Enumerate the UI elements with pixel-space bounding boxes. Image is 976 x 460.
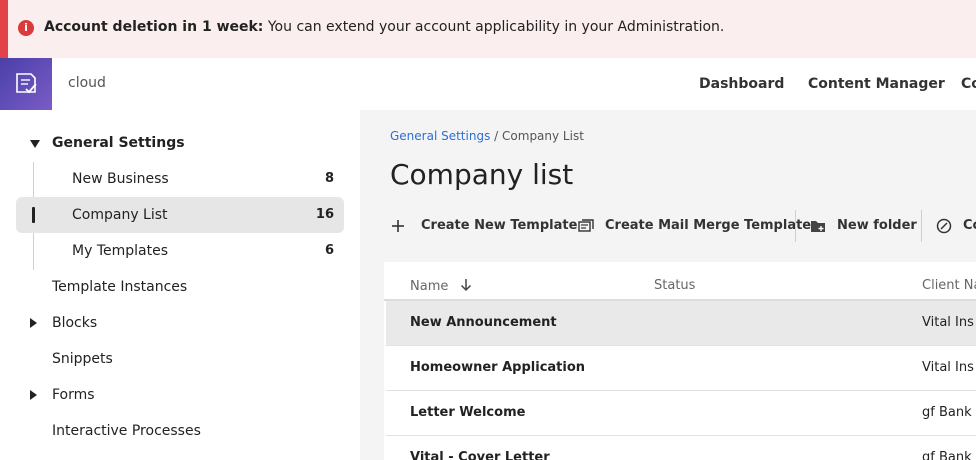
caret-right-icon[interactable] [30,390,37,400]
breadcrumb-separator: / [494,129,499,143]
column-header-status[interactable]: Status [654,278,695,293]
nav-dashboard[interactable]: Dashboard [699,76,784,92]
sidebar-item-label: Snippets [52,351,113,367]
button-label: New folder [837,218,917,233]
row-name: Vital - Cover Letter [410,450,550,460]
table-row[interactable]: Letter Welcome gf Bank [386,391,976,436]
sidebar-item-blocks[interactable]: Blocks [16,305,344,341]
nav-content-manager[interactable]: Content Manager [808,76,945,92]
top-bar: cloud Dashboard Content Manager Co [0,58,976,110]
sidebar-item-label: Forms [52,387,95,403]
row-name: New Announcement [410,315,557,330]
document-check-icon [16,73,37,94]
button-label: Co [963,218,976,233]
row-client: Vital Ins [922,360,974,375]
sidebar-item-label: General Settings [52,135,185,151]
sidebar-item-interactive-processes[interactable]: Interactive Processes [16,413,344,449]
active-indicator [32,207,35,223]
main-content: General Settings / Company List Company … [360,110,976,460]
column-header-label: Name [410,279,449,294]
breadcrumb-current: Company List [502,129,584,143]
app-logo[interactable] [0,58,52,110]
sidebar-item-company-list[interactable]: Company List 16 [16,197,344,233]
sidebar-item-label: Blocks [52,315,98,331]
caret-down-icon[interactable] [30,140,40,148]
row-name: Letter Welcome [410,405,526,420]
sidebar: General Settings New Business 8 Company … [0,110,360,460]
breadcrumb-link-general-settings[interactable]: General Settings [390,129,490,143]
sidebar-item-forms[interactable]: Forms [16,377,344,413]
mail-merge-icon [578,219,594,232]
toolbar-divider [921,210,922,242]
banner-text: Account deletion in 1 week: You can exte… [44,19,724,35]
column-header-name[interactable]: Name [410,278,473,294]
row-client: gf Bank [922,405,972,420]
table-row[interactable]: New Announcement Vital Ins [386,301,976,346]
create-new-template-button[interactable]: Create New Template [390,208,577,244]
banner-accent-stripe [0,0,8,58]
sidebar-item-label: Template Instances [52,279,188,295]
new-folder-button[interactable]: New folder [810,208,920,244]
templates-table: Name Status Client Na New Announcement V… [384,262,976,460]
banner-title: Account deletion in 1 week: [44,19,264,35]
item-count-badge: 16 [315,207,334,222]
folder-plus-icon [811,221,825,232]
sort-descending-icon[interactable] [459,278,473,292]
toolbar-divider [795,210,796,242]
nav-item-truncated[interactable]: Co [961,76,976,92]
column-header-client[interactable]: Client Na [922,278,976,293]
sidebar-item-label: Interactive Processes [52,423,201,439]
caret-right-icon[interactable] [30,318,37,328]
breadcrumb: General Settings / Company List [390,129,584,143]
sidebar-item-label: My Templates [72,243,168,259]
plus-icon [392,220,404,232]
compass-icon [936,218,952,234]
toolbar-more-button[interactable]: Co [936,208,976,244]
create-mail-merge-template-button[interactable]: Create Mail Merge Template [578,208,811,244]
sidebar-item-template-instances[interactable]: Template Instances [16,269,344,305]
banner-message: You can extend your account applicabilit… [267,19,725,35]
toolbar: Create New Template Create Mail Merge Te… [390,208,976,244]
button-label: Create Mail Merge Template [605,218,812,233]
row-client: Vital Ins [922,315,974,330]
table-row[interactable]: Vital - Cover Letter gf Bank [386,436,976,460]
row-name: Homeowner Application [410,360,586,375]
table-row[interactable]: Homeowner Application Vital Ins [386,346,976,391]
sidebar-item-label: New Business [72,171,169,187]
row-client: gf Bank [922,450,972,460]
sidebar-item-snippets[interactable]: Snippets [16,341,344,377]
page-title: Company list [390,158,574,191]
button-label: Create New Template [421,218,578,233]
brand-name: cloud [68,75,106,91]
item-count-badge: 8 [324,171,334,186]
notification-banner: i Account deletion in 1 week: You can ex… [0,0,976,58]
sidebar-item-label: Company List [72,207,168,223]
info-icon: i [18,20,34,36]
sidebar-item-my-templates[interactable]: My Templates 6 [16,233,344,269]
sidebar-item-general-settings[interactable]: General Settings [16,125,344,161]
item-count-badge: 6 [324,243,334,258]
sidebar-item-new-business[interactable]: New Business 8 [16,161,344,197]
